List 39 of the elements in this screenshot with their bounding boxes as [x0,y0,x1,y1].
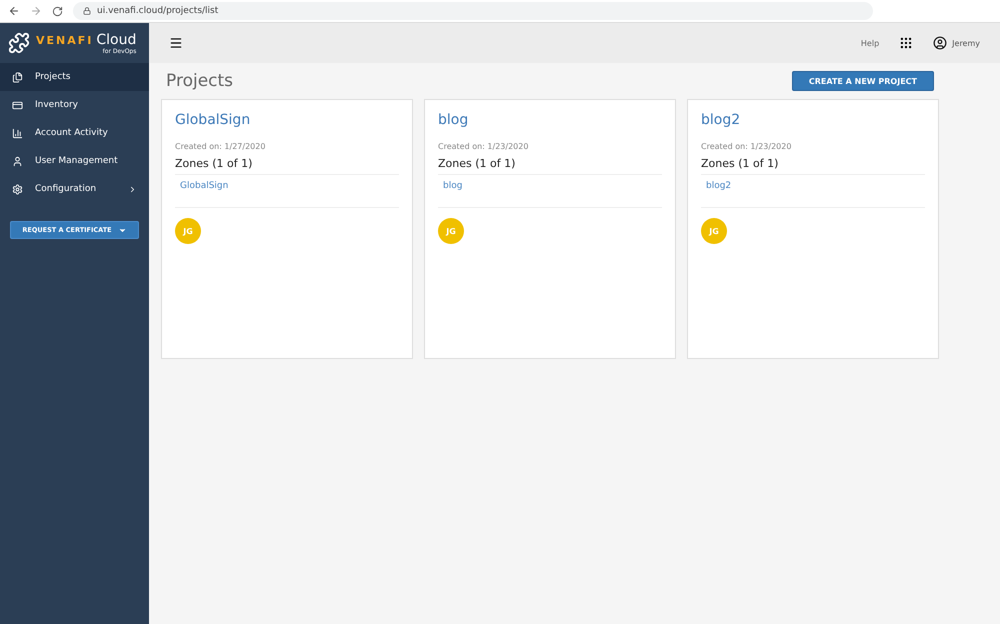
bar-chart-icon [12,128,23,138]
project-name[interactable]: blog [438,112,662,128]
documents-icon [12,72,23,82]
zones-heading: Zones (1 of 1) [701,157,925,175]
card-icon [12,100,23,110]
lock-icon [83,7,91,15]
zones-heading: Zones (1 of 1) [438,157,662,175]
member-avatar: JG [175,218,201,244]
zone-link[interactable]: GlobalSign [180,181,228,191]
sidebar-item[interactable]: User Management [0,147,149,175]
puzzle-logo-icon [8,32,30,54]
page-title: Projects [166,71,234,91]
back-icon[interactable] [8,5,20,17]
apps-grid-icon[interactable] [899,36,914,50]
create-project-button[interactable]: CREATE A NEW PROJECT [792,71,934,91]
created-date: Created on: 1/23/2020 [701,142,792,151]
user-avatar-icon [933,36,948,50]
logo-brand: VENAFI [36,34,94,46]
address-bar[interactable]: ui.venafi.cloud/projects/list [73,2,873,20]
settings-icon [12,184,23,194]
sidebar-item[interactable]: Inventory [0,91,149,119]
project-name[interactable]: GlobalSign [175,112,399,128]
logo-product: Cloud [96,32,136,48]
member-avatar: JG [701,218,727,244]
help-link[interactable]: Help [860,38,880,48]
zones-heading: Zones (1 of 1) [175,157,399,175]
user-menu[interactable]: Jeremy [933,36,980,50]
member-avatar: JG [438,218,464,244]
created-date: Created on: 1/27/2020 [175,142,266,151]
sidebar-item[interactable]: Account Activity [0,119,149,147]
created-date: Created on: 1/23/2020 [438,142,530,151]
menu-icon[interactable] [169,36,183,50]
sidebar-item[interactable]: Configuration [0,175,149,203]
zone-link[interactable]: blog [443,181,462,191]
project-name[interactable]: blog2 [701,112,925,128]
zone-link[interactable]: blog2 [706,181,732,191]
reload-icon[interactable] [52,6,63,16]
user-icon [12,156,23,166]
sidebar-item[interactable]: Projects [0,63,149,91]
